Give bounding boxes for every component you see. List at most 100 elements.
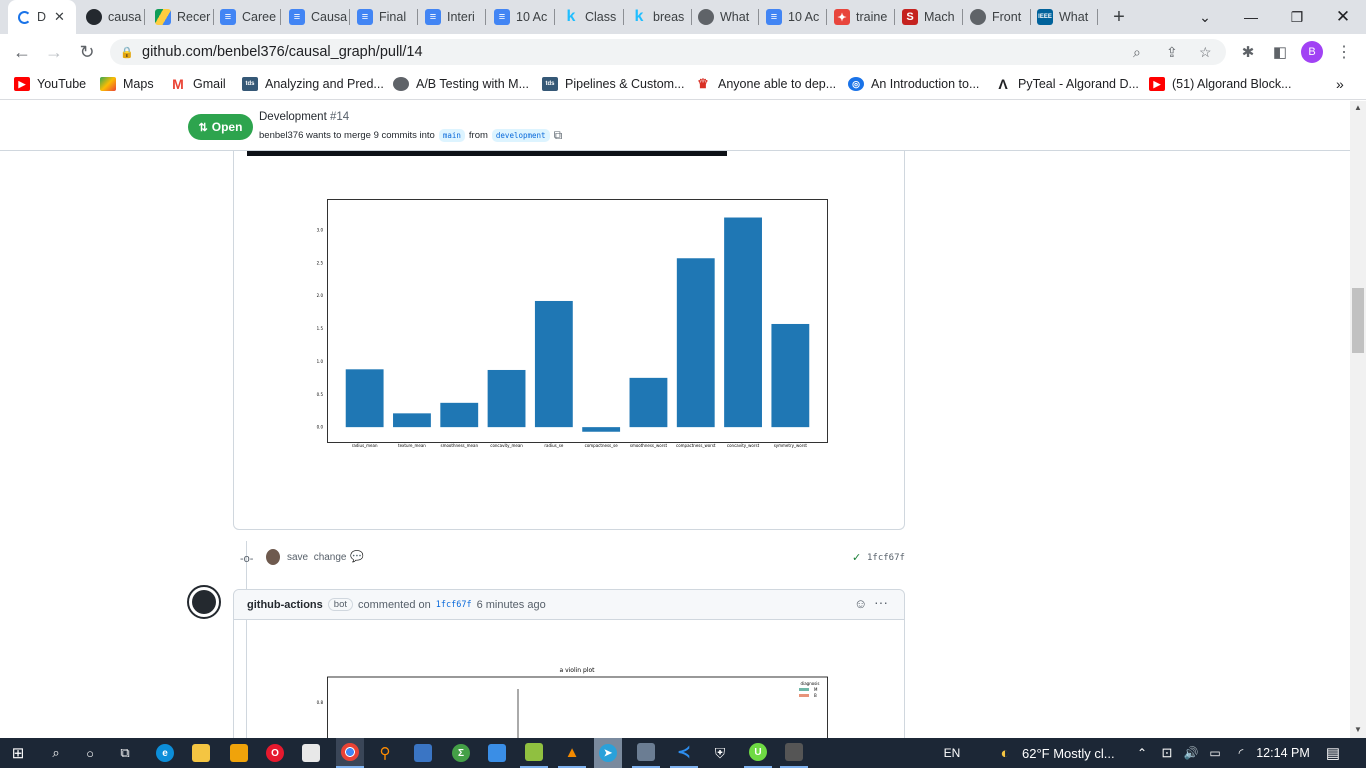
close-window-button[interactable]: ✕ bbox=[1320, 0, 1366, 34]
browser-tab[interactable]: ≡ 10 Ac bbox=[492, 0, 555, 34]
bookmark-algorand-youtube[interactable]: ▶ (51) Algorand Block... bbox=[1149, 70, 1292, 98]
avatar[interactable]: B bbox=[1300, 40, 1324, 64]
battery-icon[interactable]: ▭ bbox=[1206, 738, 1224, 768]
browser-tab[interactable]: Recer bbox=[151, 0, 214, 34]
image-viewer-icon[interactable] bbox=[632, 738, 660, 768]
browser-tab[interactable]: ≡ Interi bbox=[423, 0, 486, 34]
browser-tab-active[interactable]: D ✕ bbox=[8, 0, 76, 34]
language-indicator[interactable]: EN bbox=[940, 738, 964, 768]
browser-tab[interactable]: ≡ 10 Ac bbox=[764, 0, 827, 34]
side-panel-icon[interactable]: ◧ bbox=[1268, 40, 1292, 64]
browser-tab[interactable]: ≡ Causa bbox=[287, 0, 350, 34]
file-explorer-icon[interactable] bbox=[190, 738, 212, 768]
notepadpp-icon[interactable] bbox=[520, 738, 548, 768]
more-options-icon[interactable]: ··· bbox=[874, 594, 888, 610]
cortana-icon[interactable]: ○ bbox=[80, 738, 100, 768]
tab-search-icon[interactable]: ⌄ bbox=[1182, 0, 1228, 34]
browser-tab[interactable]: Front bbox=[968, 0, 1031, 34]
zoom-icon[interactable]: ⌕ bbox=[1133, 44, 1141, 61]
opera-icon[interactable]: O bbox=[264, 738, 286, 768]
upwork-icon[interactable]: U bbox=[744, 738, 772, 768]
weather-icon[interactable]: ◐ bbox=[994, 738, 1016, 768]
head-branch-label[interactable]: development bbox=[491, 129, 550, 142]
browser-tab[interactable]: S Mach bbox=[900, 0, 963, 34]
browser-tab[interactable]: What bbox=[696, 0, 759, 34]
minimize-button[interactable]: — bbox=[1228, 0, 1274, 34]
photos-icon[interactable] bbox=[486, 738, 508, 768]
forward-icon[interactable]: → bbox=[40, 40, 68, 64]
news-icon[interactable] bbox=[412, 738, 434, 768]
browser-tab[interactable]: ✦ traine bbox=[832, 0, 895, 34]
bookmark-analyzing[interactable]: tds Analyzing and Pred... bbox=[242, 70, 384, 98]
emoji-reaction-icon[interactable]: ☺ bbox=[854, 596, 867, 611]
bookmark-youtube[interactable]: ▶ YouTube bbox=[14, 70, 86, 98]
bookmark-star-icon[interactable]: ☆ bbox=[1199, 44, 1212, 61]
comment-time[interactable]: 6 minutes ago bbox=[477, 599, 546, 611]
bookmark-pipelines[interactable]: tds Pipelines & Custom... bbox=[542, 70, 685, 98]
notepad-icon[interactable] bbox=[300, 738, 322, 768]
browser-tab[interactable]: causa bbox=[82, 0, 145, 34]
browser-tab[interactable]: k breas bbox=[629, 0, 692, 34]
reload-icon[interactable]: ↻ bbox=[73, 40, 101, 64]
bookmark-anyone[interactable]: ♛ Anyone able to dep... bbox=[695, 70, 836, 98]
back-icon[interactable]: ← bbox=[8, 40, 36, 64]
avatar[interactable] bbox=[266, 549, 280, 565]
close-tab-icon[interactable]: ✕ bbox=[54, 9, 65, 25]
vscode-icon[interactable]: ≺ bbox=[670, 738, 698, 768]
commit-sha-link[interactable]: 1fcf67f bbox=[867, 553, 905, 563]
new-tab-button[interactable]: + bbox=[1106, 0, 1132, 34]
browser-tab[interactable]: ≡ Caree bbox=[218, 0, 281, 34]
task-view-icon[interactable]: ⧉ bbox=[114, 738, 136, 768]
copy-icon[interactable]: ⧉ bbox=[554, 128, 563, 143]
security-icon[interactable]: ⛨ bbox=[706, 738, 734, 768]
bookmark-gmail[interactable]: M Gmail bbox=[170, 70, 226, 98]
browser-tab[interactable]: ≡ Final bbox=[355, 0, 418, 34]
share-icon[interactable]: ⇪ bbox=[1166, 44, 1178, 61]
search-app-glyph: ⚲ bbox=[379, 745, 391, 762]
edge-icon[interactable]: e bbox=[154, 738, 176, 768]
bookmark-introduction[interactable]: ◎ An Introduction to... bbox=[848, 70, 979, 98]
anaconda-icon[interactable]: Σ bbox=[450, 738, 472, 768]
search-app-icon[interactable]: ⚲ bbox=[374, 738, 396, 768]
url-text[interactable]: github.com/benbel376/causal_graph/pull/1… bbox=[142, 44, 423, 60]
bookmark-pyteal[interactable]: Λ PyTeal - Algorand D... bbox=[995, 70, 1139, 98]
comment-icon[interactable]: 💬 bbox=[350, 550, 364, 563]
comment-author-link[interactable]: github-actions bbox=[247, 599, 323, 611]
wifi-icon[interactable]: ◜ bbox=[1232, 738, 1250, 768]
address-bar[interactable]: 🔒 github.com/benbel376/causal_graph/pull… bbox=[110, 39, 1226, 65]
bookmark-ab-testing[interactable]: A/B Testing with M... bbox=[393, 70, 529, 98]
meet-now-icon[interactable]: ⊡ bbox=[1158, 738, 1176, 768]
page-scrollbar[interactable]: ▲ ▼ bbox=[1350, 101, 1366, 738]
tab-label: Mach bbox=[924, 10, 955, 24]
store-icon[interactable] bbox=[228, 738, 250, 768]
terminal-icon[interactable] bbox=[780, 738, 808, 768]
notifications-icon[interactable]: ▤ bbox=[1322, 738, 1344, 768]
weather-text[interactable]: 62°F Mostly cl... bbox=[1022, 738, 1132, 768]
telegram-icon[interactable]: ➤ bbox=[594, 738, 622, 768]
scrollbar-thumb[interactable] bbox=[1352, 288, 1364, 353]
chrome-icon[interactable] bbox=[336, 738, 364, 768]
browser-tab[interactable]: IEEE What bbox=[1035, 0, 1098, 34]
search-icon[interactable]: ⌕ bbox=[44, 738, 68, 768]
extensions-icon[interactable]: ✱ bbox=[1236, 40, 1260, 64]
scroll-up-icon[interactable]: ▲ bbox=[1354, 103, 1362, 112]
y-tick-label: 2.0 bbox=[317, 293, 324, 298]
commit-message[interactable]: save change bbox=[287, 552, 347, 563]
base-branch-label[interactable]: main bbox=[438, 129, 465, 142]
clock[interactable]: 12:14 PM bbox=[1256, 738, 1310, 768]
profile-initial: B bbox=[1301, 41, 1323, 63]
scroll-down-icon[interactable]: ▼ bbox=[1354, 725, 1362, 734]
vlc-icon[interactable]: ▲ bbox=[558, 738, 586, 768]
volume-icon[interactable]: 🔊 bbox=[1182, 738, 1200, 768]
avatar[interactable] bbox=[187, 585, 221, 619]
restore-button[interactable]: ❐ bbox=[1274, 0, 1320, 34]
windows-start-icon[interactable]: ⊞ bbox=[8, 738, 28, 768]
chevron-up-icon[interactable]: ⌃ bbox=[1134, 738, 1150, 768]
commit-sha-link[interactable]: 1fcf67f bbox=[436, 600, 472, 610]
menu-kebab-icon[interactable]: ⋮ bbox=[1332, 40, 1356, 64]
bookmarks-overflow-button[interactable]: » bbox=[1336, 70, 1344, 98]
bar-chart: 0.0 0.5 1.0 1.5 2.0 2.5 3.0 radius_mean texture… bbox=[317, 199, 828, 448]
s-icon: S bbox=[902, 9, 918, 25]
bookmark-maps[interactable]: Maps bbox=[100, 70, 154, 98]
browser-tab[interactable]: k Class bbox=[561, 0, 624, 34]
